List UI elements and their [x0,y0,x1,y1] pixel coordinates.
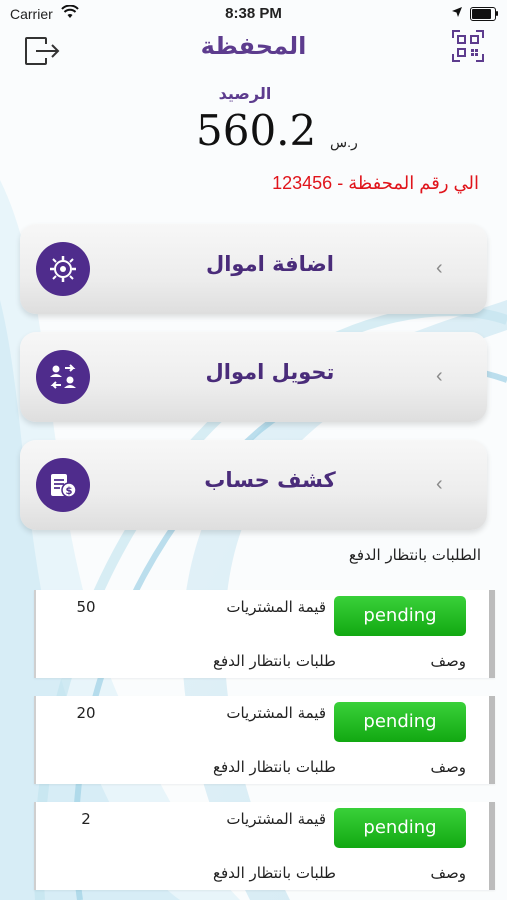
balance-amount: 560.2 [196,106,317,155]
chevron-icon: ‹ [436,473,443,495]
order-row[interactable]: pending 2 قيمة المشتريات طلبات بانتظار ا… [34,802,495,890]
status-badge[interactable]: pending [334,702,466,742]
battery-icon [470,7,496,21]
svg-text:$: $ [66,486,73,497]
chevron-icon: ‹ [436,257,443,279]
order-value: 50 [76,598,96,616]
order-description: طلبات بانتظار الدفع [213,758,336,776]
account-statement-card[interactable]: $ كشف حساب ‹ [20,440,487,530]
purchase-value-label: قيمة المشتريات [226,810,326,828]
status-bar: Carrier 8:38 PM [0,0,507,28]
wallet-number: الي رقم المحفظة - 123456 [272,173,479,193]
status-badge[interactable]: pending [334,596,466,636]
account-statement-icon: $ [36,458,90,512]
description-label: وصف [430,758,466,776]
order-row[interactable]: pending 50 قيمة المشتريات طلبات بانتظار … [34,590,495,678]
status-badge[interactable]: pending [334,808,466,848]
balance-currency: ر.س [330,134,358,150]
add-money-card[interactable]: اضافة اموال ‹ [20,224,487,314]
add-money-label: اضافة اموال [206,252,334,276]
order-value: 20 [76,704,96,722]
transfer-money-label: تحويل اموال [205,360,335,384]
account-statement-label: كشف حساب [204,468,336,492]
order-description: طلبات بانتظار الدفع [213,652,336,670]
purchase-value-label: قيمة المشتريات [226,704,326,722]
description-label: وصف [430,864,466,882]
pending-section-title: الطلبات بانتظار الدفع [348,546,481,564]
add-money-icon [36,242,90,296]
clock: 8:38 PM [225,5,282,22]
order-value: 2 [81,810,91,828]
balance-label: الرصيد [218,84,272,103]
transfer-money-icon [36,350,90,404]
description-label: وصف [430,652,466,670]
order-row[interactable]: pending 20 قيمة المشتريات طلبات بانتظار … [34,696,495,784]
purchase-value-label: قيمة المشتريات [226,598,326,616]
order-description: طلبات بانتظار الدفع [213,864,336,882]
qr-scan-icon[interactable] [452,30,484,62]
page-title: المحفظة [200,32,307,60]
transfer-money-card[interactable]: تحويل اموال ‹ [20,332,487,422]
location-icon [452,7,462,17]
chevron-icon: ‹ [436,365,443,387]
